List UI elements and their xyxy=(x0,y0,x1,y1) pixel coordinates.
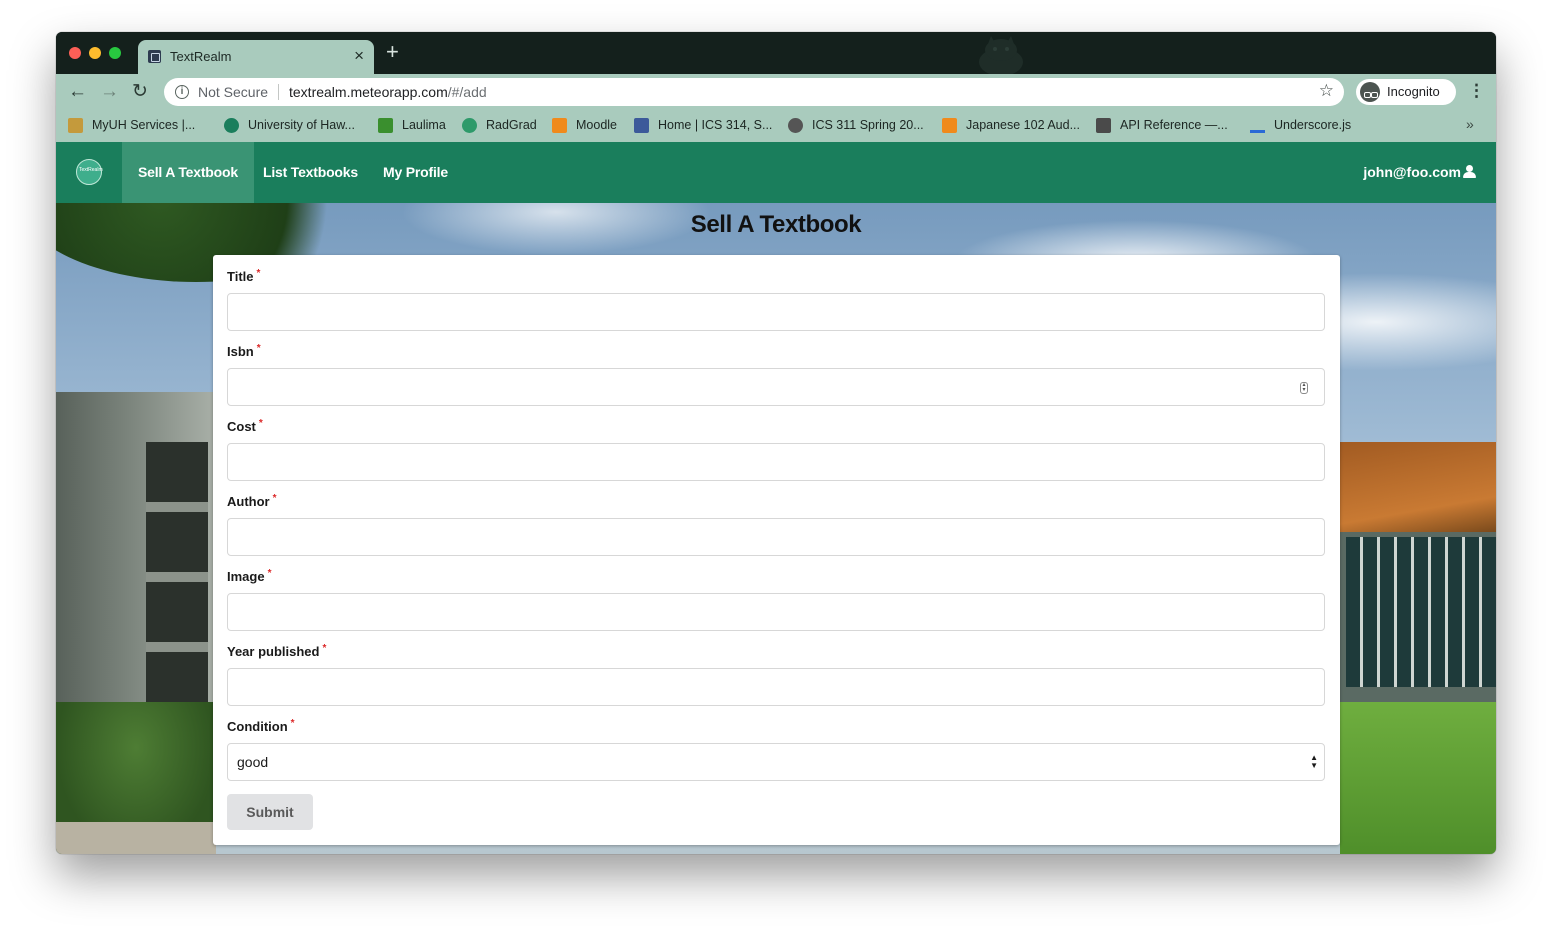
year-published-label: Year published * xyxy=(227,643,327,659)
nav-list-textbooks[interactable]: List Textbooks xyxy=(247,142,374,203)
required-marker: * xyxy=(267,568,272,579)
new-tab-button[interactable]: + xyxy=(386,41,399,63)
condition-label: Condition * xyxy=(227,718,295,734)
browser-toolbar: ← → ↻ i Not Secure textrealm.meteorapp.c… xyxy=(56,74,1496,110)
submit-button[interactable]: Submit xyxy=(227,794,313,830)
bookmark-label: API Reference —... xyxy=(1120,118,1228,132)
logo-text: TextRealm xyxy=(79,167,103,173)
page-title: Sell A Textbook xyxy=(690,211,862,238)
maximize-window-button[interactable] xyxy=(109,47,121,59)
author-input[interactable] xyxy=(227,518,1325,556)
image-label: Image * xyxy=(227,568,272,584)
isbn-label: Isbn * xyxy=(227,343,261,359)
moodle-icon xyxy=(942,118,957,133)
address-bar[interactable]: i Not Secure textrealm.meteorapp.com/#/a… xyxy=(164,78,1344,106)
condition-select[interactable]: good ▲ ▼ xyxy=(227,743,1325,781)
bookmark-label: University of Haw... xyxy=(248,118,355,132)
incognito-profile-button[interactable]: Incognito xyxy=(1356,79,1456,105)
bookmarks-bar: MyUH Services |... University of Haw... … xyxy=(56,110,1496,142)
tab-title: TextRealm xyxy=(170,49,232,64)
year-published-input[interactable] xyxy=(227,668,1325,706)
cost-input[interactable] xyxy=(227,443,1325,481)
moodle-icon xyxy=(552,118,567,133)
browser-tab-textrealm[interactable]: TextRealm × xyxy=(138,40,374,74)
bookmark-label: Japanese 102 Aud... xyxy=(966,118,1080,132)
globe-icon xyxy=(788,118,803,133)
url-path: /#/add xyxy=(447,84,487,100)
required-marker: * xyxy=(272,493,277,504)
browser-window: TextRealm × + ← → ↻ i Not Secure textrea… xyxy=(56,32,1496,854)
theme-character-icon xyxy=(979,36,1023,74)
number-stepper-icon[interactable]: ▴ ▾ xyxy=(1300,382,1308,394)
bookmark-label: RadGrad xyxy=(486,118,537,132)
required-marker: * xyxy=(290,718,295,729)
nav-my-profile[interactable]: My Profile xyxy=(367,142,464,203)
close-window-button[interactable] xyxy=(69,47,81,59)
back-arrow-icon[interactable]: ← xyxy=(68,81,87,103)
underscore-icon xyxy=(1250,118,1265,133)
user-icon xyxy=(1463,165,1476,178)
nav-sell-a-textbook[interactable]: Sell A Textbook xyxy=(122,142,254,203)
required-marker: * xyxy=(258,418,263,429)
title-label: Title * xyxy=(227,268,261,284)
radgrad-icon xyxy=(462,118,477,133)
url-host: textrealm.meteorapp.com xyxy=(289,84,448,100)
incognito-icon xyxy=(1360,82,1380,102)
bookmark-star-icon[interactable]: ☆ xyxy=(1319,81,1334,101)
isbn-input[interactable] xyxy=(227,368,1325,406)
url-text[interactable]: textrealm.meteorapp.com/#/add xyxy=(289,84,487,100)
author-label: Author * xyxy=(227,493,277,509)
forward-arrow-icon[interactable]: → xyxy=(100,81,119,103)
address-divider xyxy=(278,84,279,100)
reload-icon[interactable]: ↻ xyxy=(132,81,148,103)
user-menu[interactable]: john@foo.com xyxy=(1363,142,1476,203)
leaf-icon xyxy=(378,118,393,133)
minimize-window-button[interactable] xyxy=(89,47,101,59)
document-icon xyxy=(1096,118,1111,133)
condition-selected-value: good xyxy=(237,754,269,770)
textrealm-logo[interactable]: TextRealm xyxy=(76,159,103,185)
security-status: Not Secure xyxy=(198,84,269,100)
bookmark-label: Underscore.js xyxy=(1274,118,1352,132)
bookmark-label: Moodle xyxy=(576,118,617,132)
more-bookmarks-icon[interactable]: » xyxy=(1466,116,1474,132)
required-marker: * xyxy=(256,343,261,354)
image-input[interactable] xyxy=(227,593,1325,631)
select-arrows-icon: ▲ ▼ xyxy=(1310,753,1318,770)
bookmark-label: ICS 311 Spring 20... xyxy=(812,118,924,132)
browser-menu-icon[interactable]: ⋮ xyxy=(1468,81,1485,101)
globe-icon xyxy=(224,118,239,133)
title-input[interactable] xyxy=(227,293,1325,331)
page-icon xyxy=(634,118,649,133)
sell-textbook-form: Title * Isbn * ▴ ▾ Cost * Author * Image * xyxy=(213,255,1340,845)
tab-strip: TextRealm × + xyxy=(56,32,1496,74)
close-tab-icon[interactable]: × xyxy=(354,46,364,66)
uh-icon xyxy=(68,118,83,133)
info-icon[interactable]: i xyxy=(175,85,189,99)
cost-label: Cost * xyxy=(227,418,263,434)
bookmark-label: Laulima xyxy=(402,118,446,132)
textrealm-favicon-icon xyxy=(148,50,161,63)
bookmark-label: MyUH Services |... xyxy=(92,118,196,132)
required-marker: * xyxy=(256,268,261,279)
app-navbar: TextRealm Sell A Textbook List Textbooks… xyxy=(56,142,1496,203)
user-email: john@foo.com xyxy=(1363,164,1461,180)
incognito-label: Incognito xyxy=(1387,84,1440,99)
page-viewport: TextRealm Sell A Textbook List Textbooks… xyxy=(56,142,1496,854)
bookmark-label: Home | ICS 314, S... xyxy=(658,118,773,132)
required-marker: * xyxy=(322,643,327,654)
